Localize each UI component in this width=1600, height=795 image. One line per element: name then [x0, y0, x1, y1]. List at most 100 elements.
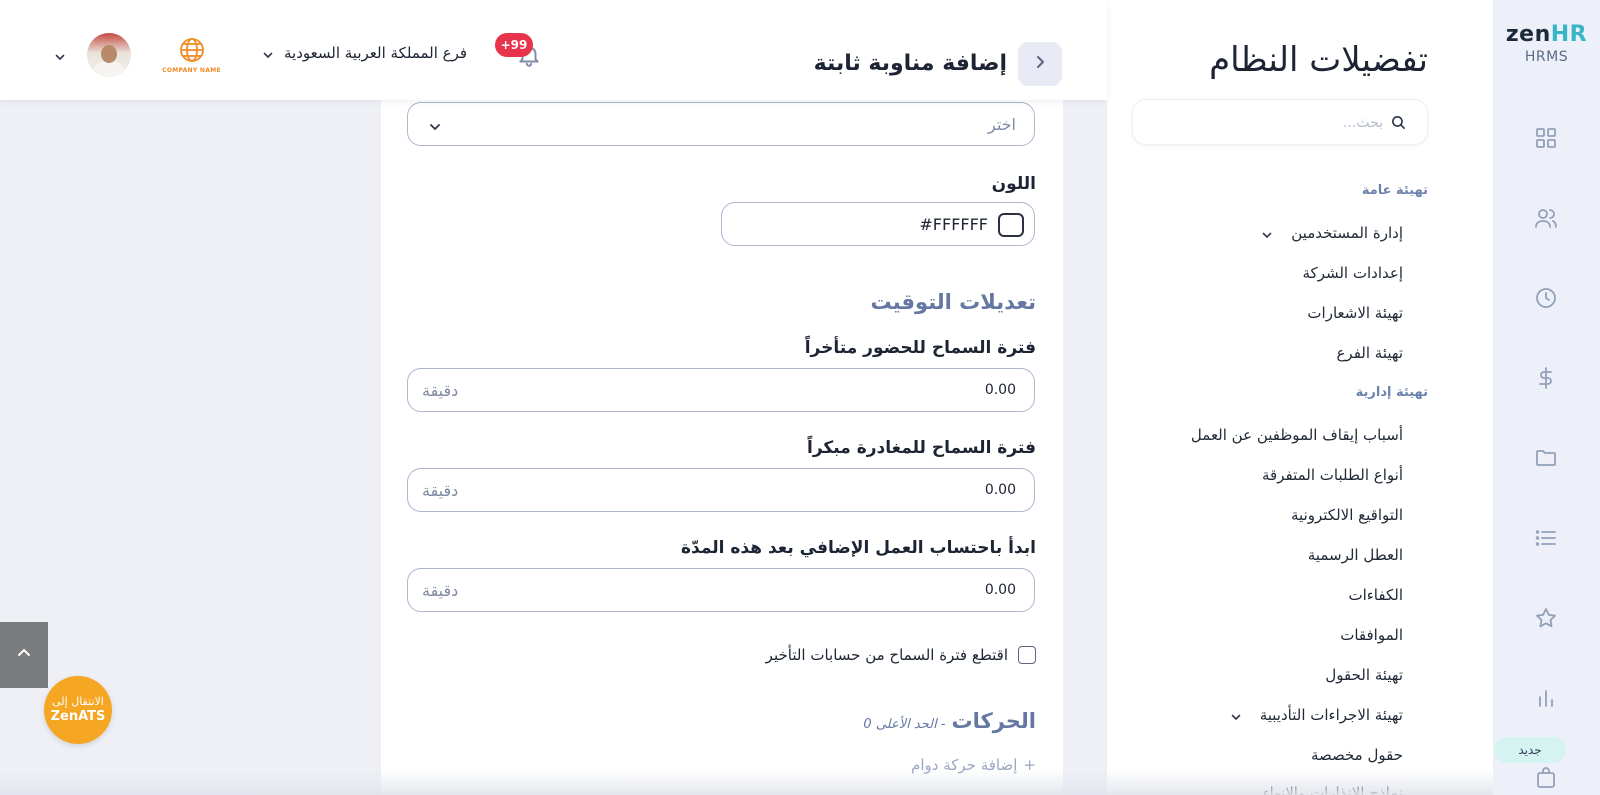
- brand-wordmark: zenHR: [1505, 22, 1588, 47]
- chevron-down-icon: [1261, 227, 1273, 239]
- moves-max: - الحد الأعلى 0: [863, 717, 946, 732]
- menu-item-label: أنواع الطلبات المتفرقة: [1262, 466, 1403, 484]
- add-move-button[interactable]: + إضافة حركة دوام: [911, 756, 1036, 774]
- menu-item-branch-setup[interactable]: تهيئة الفرع: [1336, 344, 1403, 362]
- menu-item-label: نماذج الانذارات والانهاء: [1262, 784, 1403, 795]
- overtime-start-label: ابدأ باحتساب العمل الإضافي بعد هذه المدّ…: [681, 538, 1036, 558]
- color-label: اللون: [991, 174, 1036, 194]
- overtime-start-input[interactable]: 0.00 دقيقة: [407, 568, 1035, 612]
- star-icon[interactable]: [1534, 606, 1558, 630]
- field-value: 0.00: [984, 382, 1016, 398]
- menu-item-disciplinary-setup[interactable]: تهيئة الاجراءات التأديبية: [1230, 706, 1403, 724]
- menu-item-user-management[interactable]: إدارة المستخدمين: [1261, 224, 1403, 242]
- menu-item-approvals[interactable]: الموافقات: [1340, 626, 1403, 644]
- color-swatch[interactable]: [998, 213, 1024, 237]
- menu-item-custom-fields[interactable]: حقول مخصصة: [1311, 746, 1403, 764]
- field-value: 0.00: [984, 482, 1016, 498]
- menu-item-public-holidays[interactable]: العطل الرسمية: [1308, 546, 1403, 564]
- chevron-down-icon: [1230, 709, 1242, 721]
- clock-icon[interactable]: [1534, 286, 1558, 310]
- chevron-up-icon: [16, 645, 32, 665]
- branch-selector[interactable]: فرع المملكة العربية السعودية: [262, 44, 467, 62]
- company-logo: COMPANY NAME: [155, 29, 228, 79]
- menu-item-fields-setup[interactable]: تهيئة الحقول: [1325, 666, 1403, 684]
- field-unit: دقيقة: [422, 481, 459, 500]
- color-field[interactable]: #FFFFFF: [721, 202, 1035, 246]
- deduct-grace-label: اقتطع فترة السماح من حسابات التأخير: [765, 646, 1008, 664]
- back-button[interactable]: [1018, 42, 1062, 86]
- early-leave-grace-label: فترة السماح للمغادرة مبكراً: [807, 438, 1036, 458]
- chevron-down-icon: [428, 119, 442, 133]
- deduct-grace-checkbox-row[interactable]: اقتطع فترة السماح من حسابات التأخير: [766, 646, 1036, 664]
- notification-count-badge: +99: [495, 33, 533, 57]
- early-leave-grace-input[interactable]: 0.00 دقيقة: [407, 468, 1035, 512]
- menu-item-warning-templates[interactable]: نماذج الانذارات والانهاء: [1263, 784, 1403, 795]
- menu-item-label: تهيئة الفرع: [1336, 344, 1403, 362]
- search-input[interactable]: [1153, 110, 1383, 136]
- menu-item-label: العطل الرسمية: [1307, 546, 1403, 564]
- settings-panel: تفضيلات النظام تهيئة عامة إدارة المستخدم…: [1107, 0, 1493, 795]
- menu-item-label: إعدادات الشركة: [1302, 264, 1403, 282]
- menu-item-competencies[interactable]: الكفاءات: [1348, 586, 1403, 604]
- bag-icon[interactable]: [1534, 766, 1558, 790]
- branch-label: فرع المملكة العربية السعودية: [284, 44, 468, 62]
- globe-icon: [176, 35, 208, 65]
- field-unit: دقيقة: [422, 381, 459, 400]
- dollar-icon[interactable]: [1534, 366, 1558, 390]
- avatar[interactable]: [87, 33, 131, 77]
- bar-chart-icon[interactable]: [1534, 686, 1558, 710]
- brand-logo[interactable]: zenHR HRMS: [1493, 22, 1600, 65]
- new-badge: جديد: [1494, 737, 1566, 763]
- company-name: COMPANY NAME: [162, 66, 221, 74]
- menu-item-misc-request-types[interactable]: أنواع الطلبات المتفرقة: [1262, 466, 1403, 484]
- section-label-general: تهيئة عامة: [1361, 183, 1428, 198]
- zenats-line2: ZenATS: [50, 709, 106, 724]
- list-icon[interactable]: [1534, 526, 1558, 550]
- deduct-grace-checkbox[interactable]: [1018, 646, 1036, 664]
- select-value: اختر: [988, 115, 1016, 134]
- plus-icon: +: [1023, 756, 1036, 774]
- menu-item-company-settings[interactable]: إعدادات الشركة: [1303, 264, 1403, 282]
- chevron-right-icon: [1032, 54, 1048, 74]
- avatar-face: [101, 45, 117, 63]
- grid-icon[interactable]: [1534, 126, 1558, 150]
- late-grace-input[interactable]: 0.00 دقيقة: [407, 368, 1035, 412]
- menu-item-label: تهيئة الحقول: [1325, 666, 1403, 684]
- color-value: #FFFFFF: [919, 215, 988, 234]
- search-icon: [1390, 114, 1407, 131]
- section-label-administrative: تهيئة إدارية: [1355, 385, 1428, 400]
- scroll-to-top-button[interactable]: [0, 622, 48, 688]
- avatar-robe: [93, 61, 125, 77]
- moves-title: الحركات: [951, 709, 1036, 733]
- menu-item-label: حقول مخصصة: [1310, 746, 1403, 764]
- menu-item-label: إدارة المستخدمين: [1291, 224, 1403, 242]
- folder-icon[interactable]: [1534, 446, 1558, 470]
- menu-item-notifications-setup[interactable]: تهيئة الاشعارات: [1307, 304, 1403, 322]
- moves-heading: الحركات - الحد الأعلى 0: [863, 709, 1036, 733]
- menu-item-label: التواقيع الالكترونية: [1291, 506, 1403, 524]
- field-value: 0.00: [984, 582, 1016, 598]
- zenats-line1: الانتقال إلى: [52, 695, 104, 708]
- late-grace-label: فترة السماح للحضور متأخراً: [804, 338, 1036, 358]
- settings-search[interactable]: [1132, 99, 1428, 145]
- top-header: إضافة مناوبة ثابتة +99 فرع المملكة العرب…: [0, 0, 1107, 100]
- menu-item-label: تهيئة الاشعارات: [1307, 304, 1403, 322]
- add-move-label: إضافة حركة دوام: [911, 756, 1018, 774]
- menu-item-label: الكفاءات: [1348, 586, 1403, 604]
- zenats-switch-button[interactable]: الانتقال إلى ZenATS: [44, 676, 112, 744]
- brand-product: HRMS: [1524, 49, 1569, 65]
- icon-rail: zenHR HRMS جديد: [1493, 0, 1600, 795]
- field-unit: دقيقة: [422, 581, 459, 600]
- chevron-down-icon: [262, 47, 274, 59]
- users-icon[interactable]: [1534, 206, 1558, 230]
- menu-item-e-signatures[interactable]: التواقيع الالكترونية: [1291, 506, 1403, 524]
- page-title: إضافة مناوبة ثابتة: [813, 51, 1007, 76]
- timing-section-heading: تعديلات التوقيت: [870, 290, 1037, 314]
- menu-item-suspension-reasons[interactable]: أسباب إيقاف الموظفين عن العمل: [1191, 426, 1403, 444]
- menu-item-label: الموافقات: [1340, 626, 1403, 644]
- menu-item-label: أسباب إيقاف الموظفين عن العمل: [1190, 426, 1403, 444]
- shift-select[interactable]: اختر: [407, 102, 1035, 146]
- menu-item-label: تهيئة الاجراءات التأديبية: [1259, 706, 1403, 724]
- chevron-down-icon[interactable]: [54, 48, 66, 61]
- settings-title: تفضيلات النظام: [1209, 40, 1428, 80]
